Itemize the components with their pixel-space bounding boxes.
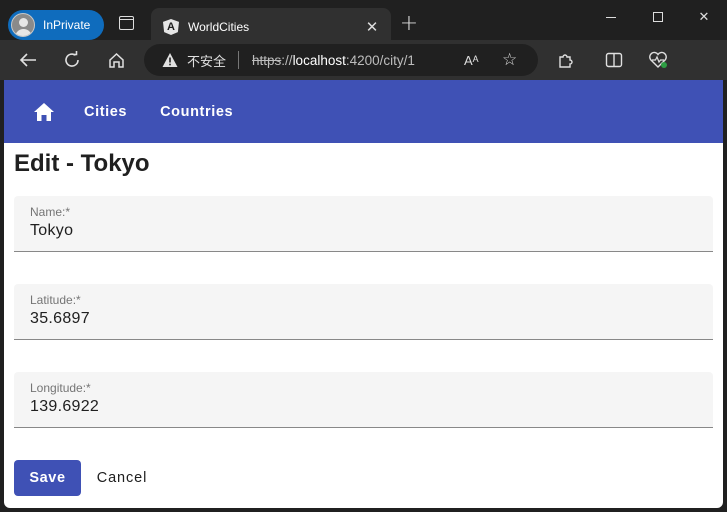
read-aloud-icon[interactable]: Aᴬ [464,53,479,68]
angular-favicon-icon: A [163,19,179,35]
nav-link-countries[interactable]: Countries [160,104,233,120]
web-page: Cities Countries Edit - Tokyo Name:* Tok… [4,80,723,508]
tab-close-icon[interactable]: ✕ [363,18,381,36]
split-screen-icon[interactable] [600,48,628,72]
warning-icon [162,53,178,67]
home-nav-button[interactable] [4,80,84,143]
tab-actions-icon[interactable] [119,16,134,30]
not-secure-label: 不安全 [187,54,227,70]
back-arrow-icon[interactable] [14,48,42,72]
longitude-field-label: Longitude:* [30,381,91,395]
profile-avatar-icon [11,13,35,37]
browser-essentials-heart-icon[interactable] [644,48,672,72]
url-path: :4200/city/1 [345,52,415,68]
address-bar[interactable]: 不安全 https://localhost:4200/city/1 Aᴬ ☆ [144,44,538,76]
refresh-icon[interactable] [58,48,86,72]
latitude-field[interactable]: Latitude:* 35.6897 [14,284,713,340]
home-icon[interactable] [102,48,130,72]
nav-link-cities[interactable]: Cities [84,104,127,120]
url-separator: :// [281,52,293,68]
window-close-button[interactable]: ✕ [681,4,727,30]
tab-title: WorldCities [188,20,250,34]
new-tab-icon[interactable]: + [398,11,420,37]
address-divider [238,51,240,69]
latitude-input[interactable]: 35.6897 [30,310,690,328]
inprivate-label: InPrivate [43,18,91,32]
name-input[interactable]: Tokyo [30,222,690,240]
home-icon [34,102,54,121]
longitude-field[interactable]: Longitude:* 139.6922 [14,372,713,428]
url-text: https://localhost:4200/city/1 [252,53,415,68]
url-protocol: https [252,52,282,68]
inprivate-profile-button[interactable]: InPrivate [8,10,104,40]
save-button[interactable]: Save [14,460,81,496]
maximize-button[interactable] [635,4,681,30]
cancel-button[interactable]: Cancel [86,460,158,496]
extensions-icon[interactable] [552,48,580,72]
browser-toolbar: 不安全 https://localhost:4200/city/1 Aᴬ ☆ [0,40,727,80]
name-field-label: Name:* [30,205,71,219]
favorite-star-icon[interactable]: ☆ [502,50,517,70]
longitude-input[interactable]: 139.6922 [30,398,690,416]
url-host: localhost [292,52,346,68]
latitude-field-label: Latitude:* [30,293,81,307]
minimize-button[interactable] [588,4,634,30]
app-navbar: Cities Countries [4,80,723,143]
name-field[interactable]: Name:* Tokyo [14,196,713,252]
page-title: Edit - Tokyo [14,150,150,177]
